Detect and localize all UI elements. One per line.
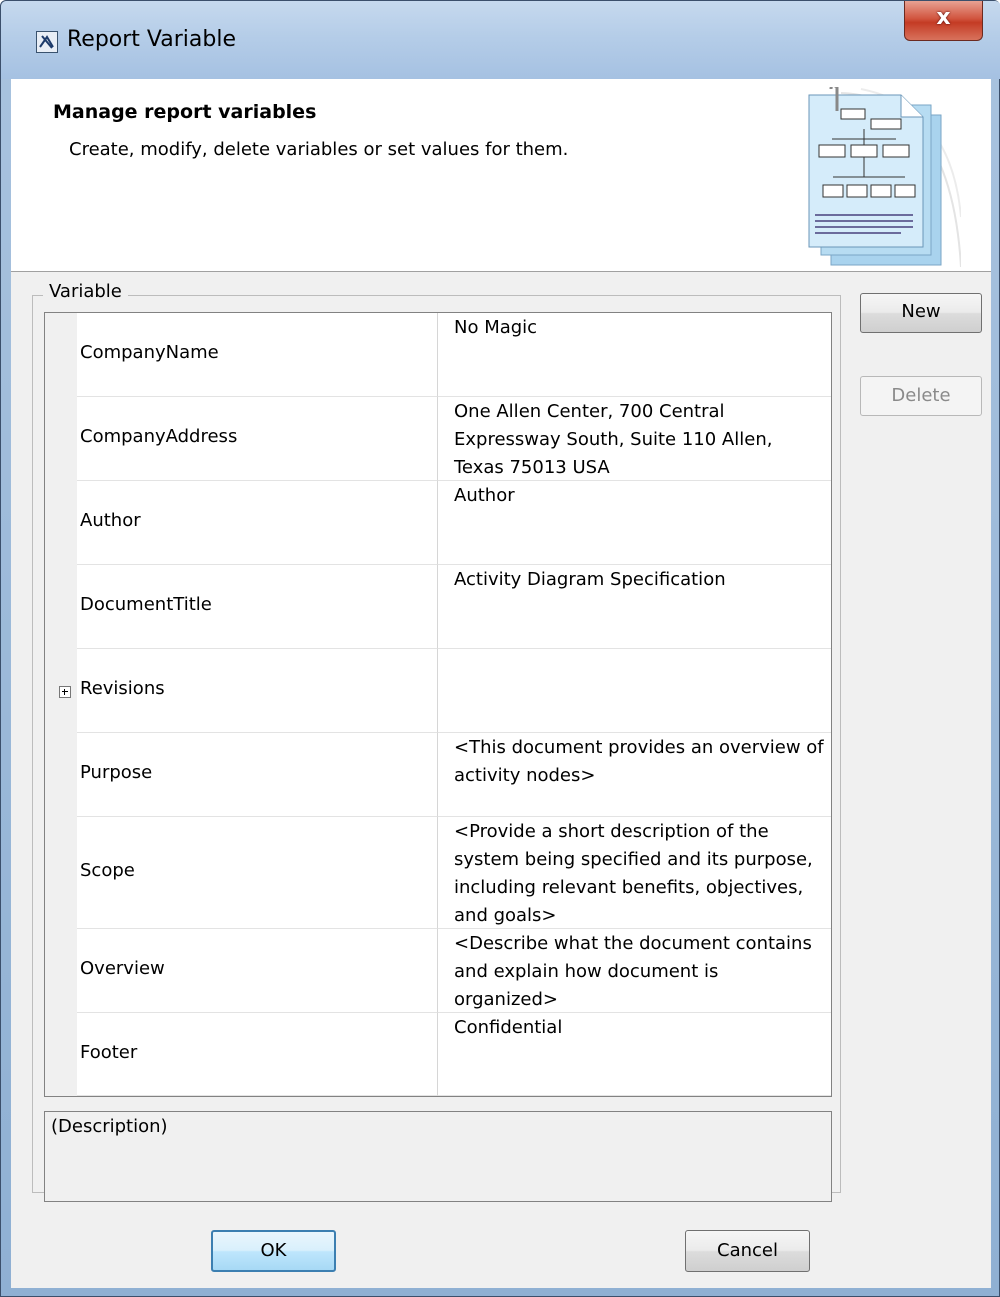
variable-value: <Describe what the document contains and… — [454, 933, 812, 1010]
description-box[interactable]: (Description) — [44, 1111, 832, 1202]
table-row[interactable]: Author Author — [45, 481, 831, 565]
title-bar[interactable]: Report Variable x — [1, 1, 1000, 79]
variable-name-cell[interactable]: Scope — [77, 817, 438, 929]
variable-value-cell[interactable]: No Magic — [438, 313, 831, 397]
ok-button[interactable]: OK — [211, 1230, 336, 1272]
new-button[interactable]: New — [860, 293, 982, 333]
variable-name: Footer — [80, 1042, 138, 1063]
variable-value-cell[interactable] — [438, 649, 831, 733]
table-row[interactable]: Footer Confidential — [45, 1013, 831, 1096]
variable-value-cell[interactable]: <Provide a short description of the syst… — [438, 817, 831, 929]
table-row[interactable]: Overview <Describe what the document con… — [45, 929, 831, 1013]
report-variable-icon — [36, 31, 58, 53]
variable-value: One Allen Center, 700 Central Expressway… — [454, 401, 773, 478]
variable-value-cell[interactable]: Activity Diagram Specification — [438, 565, 831, 649]
variable-name: Revisions — [80, 678, 165, 699]
variable-value-cell[interactable]: <Describe what the document contains and… — [438, 929, 831, 1013]
variable-value: No Magic — [454, 317, 538, 338]
variable-group-label: Variable — [43, 281, 128, 302]
new-button-label: New — [901, 301, 941, 322]
variable-name-cell[interactable]: Author — [77, 481, 438, 565]
variable-value-cell[interactable]: Confidential — [438, 1013, 831, 1096]
variable-value: <This document provides an overview of a… — [454, 737, 824, 786]
variable-value: Confidential — [454, 1017, 563, 1038]
table-row[interactable]: Scope <Provide a short description of th… — [45, 817, 831, 929]
variable-value: Activity Diagram Specification — [454, 569, 726, 590]
header-title: Manage report variables — [53, 101, 317, 123]
table-row[interactable]: Revisions — [45, 649, 831, 733]
table-row[interactable]: CompanyName No Magic — [45, 313, 831, 397]
variable-name-cell[interactable]: CompanyAddress — [77, 397, 438, 481]
variable-name: CompanyAddress — [80, 426, 238, 447]
table-row[interactable]: DocumentTitle Activity Diagram Specifica… — [45, 565, 831, 649]
variable-name-cell[interactable]: Overview — [77, 929, 438, 1013]
dialog-header: Manage report variables Create, modify, … — [11, 79, 991, 272]
delete-button[interactable]: Delete — [860, 376, 982, 416]
variable-value: Author — [454, 485, 515, 506]
variable-value-cell[interactable]: One Allen Center, 700 Central Expressway… — [438, 397, 831, 481]
variable-name: CompanyName — [80, 342, 219, 363]
cancel-button-label: Cancel — [717, 1240, 778, 1261]
report-document-illustration-icon — [808, 87, 961, 268]
variable-name: Overview — [80, 958, 165, 979]
table-row[interactable]: Purpose <This document provides an overv… — [45, 733, 831, 817]
expand-icon[interactable] — [59, 686, 71, 698]
close-button[interactable]: x — [904, 1, 983, 41]
dialog-window: Report Variable x Manage report variable… — [0, 0, 1000, 1297]
cancel-button[interactable]: Cancel — [685, 1230, 810, 1272]
variable-name-cell[interactable]: Revisions — [77, 649, 438, 733]
variable-name-cell[interactable]: Purpose — [77, 733, 438, 817]
table-row[interactable]: CompanyAddress One Allen Center, 700 Cen… — [45, 397, 831, 481]
variable-name-cell[interactable]: CompanyName — [77, 313, 438, 397]
variable-value-cell[interactable]: <This document provides an overview of a… — [438, 733, 831, 817]
variable-name: DocumentTitle — [80, 594, 212, 615]
variable-name-cell[interactable]: DocumentTitle — [77, 565, 438, 649]
delete-button-label: Delete — [891, 385, 951, 406]
variable-name: Scope — [80, 860, 135, 881]
variable-name-cell[interactable]: Footer — [77, 1013, 438, 1096]
window-title: Report Variable — [67, 27, 236, 52]
variable-value-cell[interactable]: Author — [438, 481, 831, 565]
variable-name: Purpose — [80, 762, 153, 783]
header-description: Create, modify, delete variables or set … — [69, 139, 569, 160]
variable-name: Author — [80, 510, 141, 531]
variable-value: <Provide a short description of the syst… — [454, 821, 813, 926]
close-icon: x — [936, 5, 951, 30]
variable-table[interactable]: CompanyName No Magic CompanyAddress One … — [44, 312, 832, 1097]
description-text: (Description) — [51, 1116, 168, 1137]
ok-button-label: OK — [260, 1240, 287, 1261]
